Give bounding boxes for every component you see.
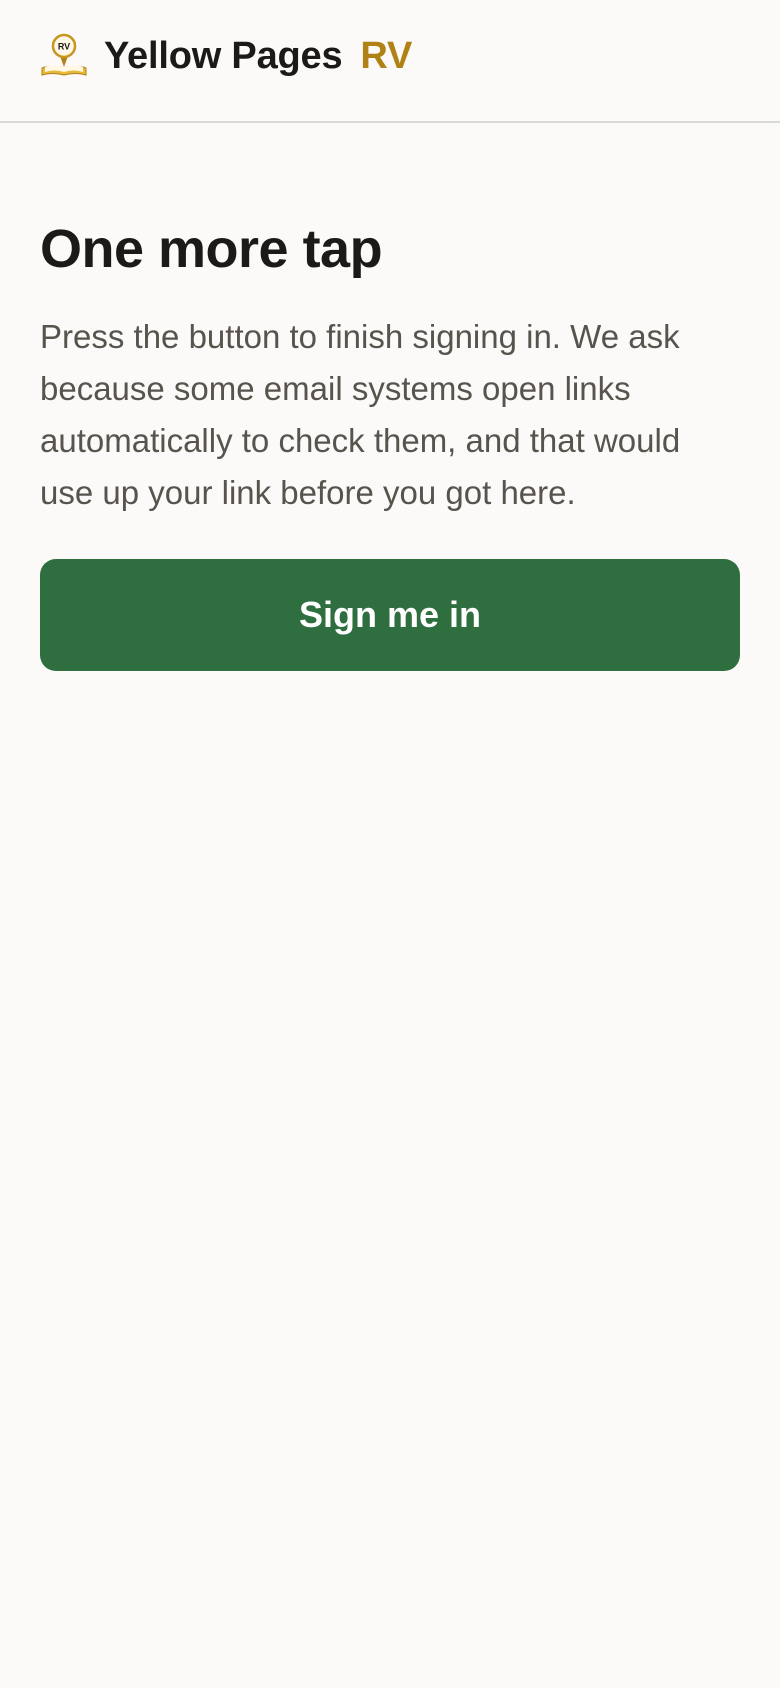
rv-logo-icon: RV [40, 32, 88, 80]
brand-title: Yellow Pages RV [104, 35, 412, 78]
logo-rv-text: RV [58, 42, 70, 52]
brand-suffix: RV [360, 34, 413, 77]
instruction-text: Press the button to finish signing in. W… [40, 318, 681, 511]
app-root: RV Yellow Pages RV One more tap Press th… [0, 0, 780, 1688]
sign-in-button[interactable]: Sign me in [40, 559, 740, 671]
main-content: One more tap Press the button to finish … [0, 123, 780, 671]
page-title: One more tap [40, 219, 383, 279]
top-header: RV Yellow Pages RV [0, 0, 780, 123]
brand-name: Yellow Pages [104, 34, 343, 77]
